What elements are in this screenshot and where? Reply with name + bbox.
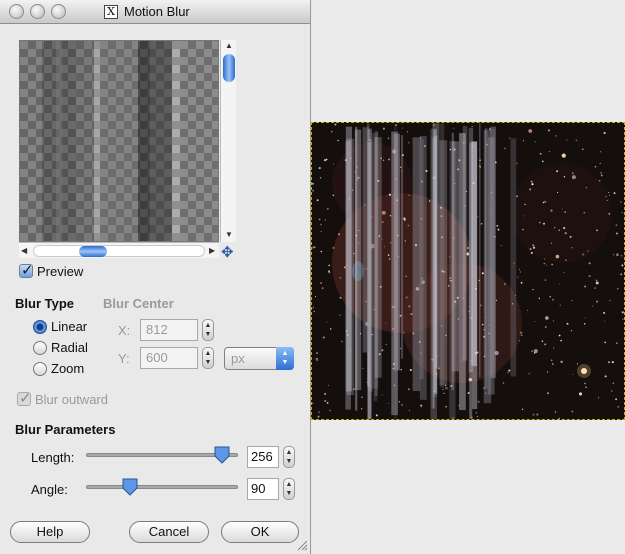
center-x-input[interactable]: 812 <box>140 319 198 341</box>
blur-type-linear-label: Linear <box>51 319 88 334</box>
window-title-container: X Motion Blur <box>104 4 190 19</box>
preview-checkbox[interactable]: ✓ <box>19 262 34 279</box>
preview-streaks <box>20 41 218 241</box>
preview-area[interactable] <box>19 40 219 242</box>
nebula-image <box>312 123 624 419</box>
blur-type-radial-radio[interactable] <box>33 341 47 355</box>
resize-grip-icon[interactable] <box>296 539 308 551</box>
length-spinner[interactable]: ▲ ▼ <box>283 446 295 468</box>
blur-type-zoom-label: Zoom <box>51 361 85 376</box>
help-button-label: Help <box>36 524 64 539</box>
blur-parameters-heading: Blur Parameters <box>15 422 116 437</box>
angle-label: Angle: <box>31 482 68 497</box>
title-bar[interactable]: X Motion Blur <box>0 0 310 24</box>
length-label: Length: <box>31 450 75 465</box>
image-canvas[interactable] <box>311 122 625 420</box>
blur-type-heading: Blur Type <box>15 296 74 311</box>
preview-vertical-scrollbar[interactable]: ▲ ▼ <box>220 40 236 242</box>
motion-blur-dialog: X Motion Blur ▲ ▼ ◀ ▶ ✥ ✓ Preview Blur T… <box>0 0 311 554</box>
center-y-label: Y: <box>118 351 130 366</box>
angle-spinner[interactable]: ▲ ▼ <box>283 478 295 500</box>
ok-button-label: OK <box>250 524 270 539</box>
scroll-down-arrow-icon[interactable]: ▼ <box>225 230 233 239</box>
scroll-left-arrow-icon[interactable]: ◀ <box>21 246 27 255</box>
blur-outward-label: Blur outward <box>35 392 108 407</box>
navigate-move-icon[interactable]: ✥ <box>221 243 234 261</box>
preview-checkbox-label: Preview <box>37 264 84 279</box>
center-x-label: X: <box>118 323 131 338</box>
blur-type-radial-label: Radial <box>51 340 88 355</box>
blur-type-linear-radio[interactable] <box>33 320 47 334</box>
scroll-up-arrow-icon[interactable]: ▲ <box>225 41 233 50</box>
close-window-button[interactable] <box>9 4 24 19</box>
zoom-window-button[interactable] <box>51 4 66 19</box>
center-x-spinner[interactable]: ▲ ▼ <box>202 319 214 341</box>
center-y-spinner[interactable]: ▲ ▼ <box>202 347 214 369</box>
help-button[interactable]: Help <box>10 521 90 543</box>
angle-input[interactable]: 90 <box>247 478 279 500</box>
window-title: Motion Blur <box>124 4 190 19</box>
angle-slider-track[interactable] <box>86 485 238 489</box>
cancel-button[interactable]: Cancel <box>129 521 209 543</box>
length-slider-knob[interactable] <box>214 446 230 464</box>
checkmark-icon: ✓ <box>19 390 32 407</box>
select-arrows-icon: ▲ ▼ <box>276 347 294 370</box>
blur-outward-checkbox[interactable]: ✓ <box>17 390 32 407</box>
horizontal-scroll-trough <box>33 245 205 257</box>
preview-horizontal-scrollbar[interactable]: ◀ ▶ <box>19 242 219 258</box>
cancel-button-label: Cancel <box>148 524 190 539</box>
length-input[interactable]: 256 <box>247 446 279 468</box>
unit-select[interactable]: px ▲ ▼ <box>224 347 294 370</box>
ok-button[interactable]: OK <box>221 521 299 543</box>
scroll-right-arrow-icon[interactable]: ▶ <box>209 246 215 255</box>
horizontal-scroll-thumb[interactable] <box>79 246 107 257</box>
vertical-scroll-thumb[interactable] <box>223 54 235 82</box>
checkmark-icon: ✓ <box>21 262 34 279</box>
x11-icon: X <box>104 4 118 19</box>
center-y-input[interactable]: 600 <box>140 347 198 369</box>
unit-select-value: px <box>231 351 245 366</box>
minimize-window-button[interactable] <box>30 4 45 19</box>
blur-center-heading: Blur Center <box>103 296 174 311</box>
blur-type-zoom-radio[interactable] <box>33 362 47 376</box>
angle-slider-knob[interactable] <box>122 478 138 496</box>
